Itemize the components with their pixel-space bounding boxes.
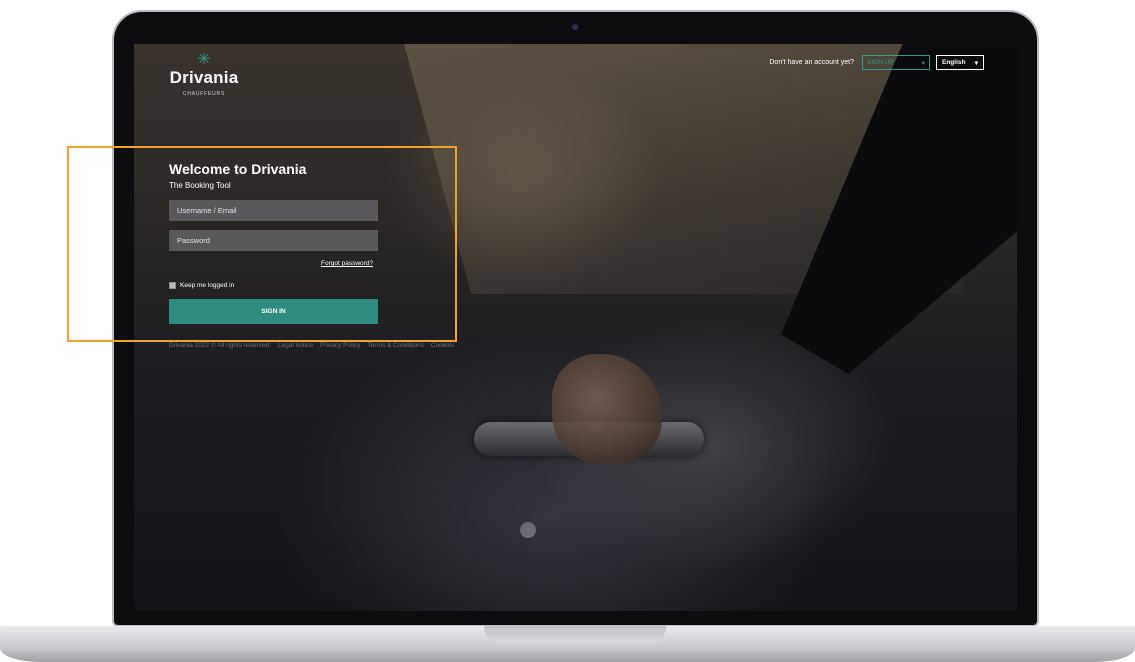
footer-copyright: Drivania 2022 © All rights reserved.: [169, 342, 271, 349]
camera-icon: [572, 24, 578, 30]
header-actions: Don't have an account yet? SIGN UP ▾ Eng…: [769, 55, 984, 70]
logo-wordmark: Drivania: [169, 68, 239, 87]
signup-label: SIGN UP: [867, 59, 894, 66]
logo-tagline: CHAUFFEURS: [182, 91, 226, 97]
language-select[interactable]: English ▾: [936, 55, 984, 70]
footer-legal-notice-link[interactable]: Legal notice: [278, 342, 313, 349]
signup-button[interactable]: SIGN UP ▾: [862, 55, 930, 70]
chevron-down-icon: ▾: [921, 59, 925, 67]
footer-privacy-link[interactable]: Privacy Policy: [320, 342, 360, 349]
language-label: English: [942, 59, 966, 66]
drivania-logo[interactable]: ✳ Drivania CHAUFFEURS: [169, 51, 239, 98]
footer-terms-link[interactable]: Terms & Conditions: [368, 342, 424, 349]
footer: Drivania 2022 © All rights reserved. Leg…: [169, 342, 454, 349]
drivania-logo-icon: ✳: [197, 51, 211, 68]
highlight-box: [67, 146, 457, 342]
background-lock: [520, 522, 536, 538]
laptop-notch: [484, 626, 666, 643]
signup-prompt: Don't have an account yet?: [769, 59, 854, 66]
footer-cookies-link[interactable]: Cookies: [431, 342, 454, 349]
chevron-down-icon: ▾: [974, 59, 978, 67]
background-hand: [552, 354, 662, 464]
